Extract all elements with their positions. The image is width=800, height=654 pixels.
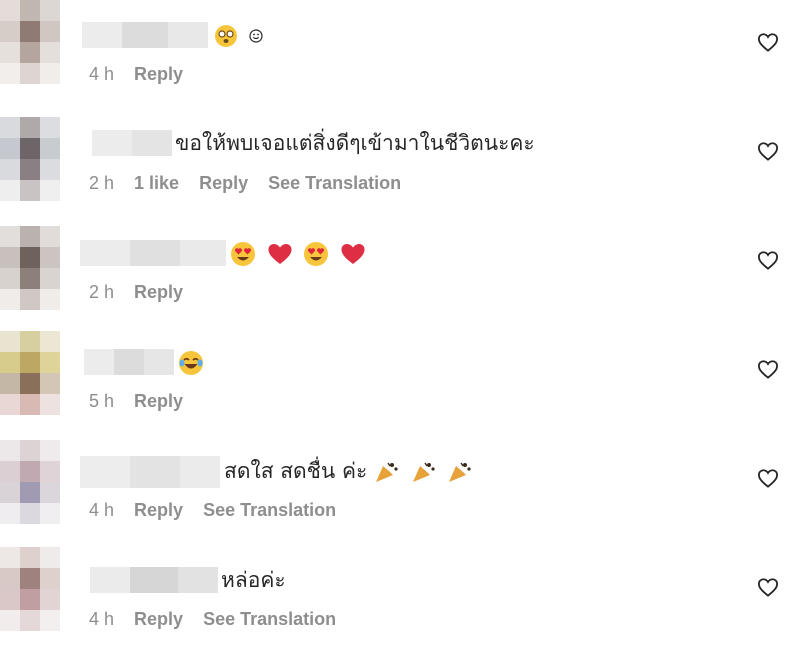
avatar[interactable] <box>0 331 60 415</box>
party-popper-emoji <box>449 462 471 482</box>
comment-meta: 4 h Reply <box>89 64 203 85</box>
comment-text <box>230 240 366 267</box>
timestamp: 4 h <box>89 609 115 629</box>
reply-link[interactable]: Reply <box>134 391 183 411</box>
see-translation-link[interactable]: See Translation <box>203 500 336 520</box>
party-popper-emoji <box>412 462 435 482</box>
comment-text: หล่อค่ะ <box>221 568 286 592</box>
comment-row: หล่อค่ะ 4 h Reply See Translation <box>0 545 800 654</box>
comment-meta: 5 h Reply <box>89 391 203 412</box>
comment-text <box>214 22 263 48</box>
avatar[interactable] <box>0 226 60 310</box>
timestamp: 5 h <box>89 391 115 411</box>
comment-meta: 2 h 1 like Reply See Translation <box>89 173 421 194</box>
reply-link[interactable]: Reply <box>134 282 183 302</box>
username-blurred[interactable] <box>80 240 226 266</box>
username-blurred[interactable] <box>90 567 218 593</box>
party-popper-emoji <box>375 462 398 482</box>
heart-outline-icon[interactable] <box>757 577 779 597</box>
smiley-emoji <box>249 29 263 43</box>
avatar[interactable] <box>0 440 60 524</box>
avatar[interactable] <box>0 547 60 631</box>
comment-row: 5 h Reply <box>0 327 800 436</box>
comment-meta: 4 h Reply See Translation <box>89 609 356 630</box>
reply-link[interactable]: Reply <box>134 609 183 629</box>
heart-outline-icon[interactable] <box>757 250 779 270</box>
likes-count[interactable]: 1 like <box>134 173 179 193</box>
comment-text <box>178 349 204 376</box>
comment-meta: 4 h Reply See Translation <box>89 500 356 521</box>
username-blurred[interactable] <box>82 22 208 48</box>
username-blurred[interactable] <box>80 456 220 488</box>
timestamp: 4 h <box>89 64 115 84</box>
comment-row: 2 h Reply <box>0 218 800 327</box>
avatar[interactable] <box>0 117 60 201</box>
reply-link[interactable]: Reply <box>199 173 248 193</box>
timestamp: 2 h <box>89 282 115 302</box>
reply-link[interactable]: Reply <box>134 64 183 84</box>
red-heart-emoji <box>341 244 365 264</box>
avatar[interactable] <box>0 0 60 84</box>
timestamp: 2 h <box>89 173 115 193</box>
heart-outline-icon[interactable] <box>757 141 779 161</box>
red-heart-emoji <box>268 244 292 264</box>
username-blurred[interactable] <box>84 349 174 375</box>
dizzy-face-emoji <box>215 25 237 47</box>
heart-outline-icon[interactable] <box>757 32 779 52</box>
comment-text: ขอให้พบเจอแต่สิ่งดีๆเข้ามาในชีวิตนะคะ <box>175 131 535 155</box>
heart-outline-icon[interactable] <box>757 359 779 379</box>
comment-text: สดใส สดชื่น ค่ะ <box>224 458 473 484</box>
comment-row: สดใส สดชื่น ค่ะ 4 h Reply See Translation <box>0 436 800 545</box>
heart-outline-icon[interactable] <box>757 468 779 488</box>
comment-row: ขอให้พบเจอแต่สิ่งดีๆเข้ามาในชีวิตนะคะ 2 … <box>0 109 800 218</box>
username-blurred[interactable] <box>92 130 172 156</box>
heart-eyes-emoji <box>304 242 329 266</box>
see-translation-link[interactable]: See Translation <box>203 609 336 629</box>
comment-meta: 2 h Reply <box>89 282 203 303</box>
heart-eyes-emoji <box>231 242 255 266</box>
timestamp: 4 h <box>89 500 115 520</box>
comment-row: 4 h Reply <box>0 0 800 109</box>
tears-of-joy-emoji <box>179 351 203 375</box>
see-translation-link[interactable]: See Translation <box>268 173 401 193</box>
reply-link[interactable]: Reply <box>134 500 183 520</box>
